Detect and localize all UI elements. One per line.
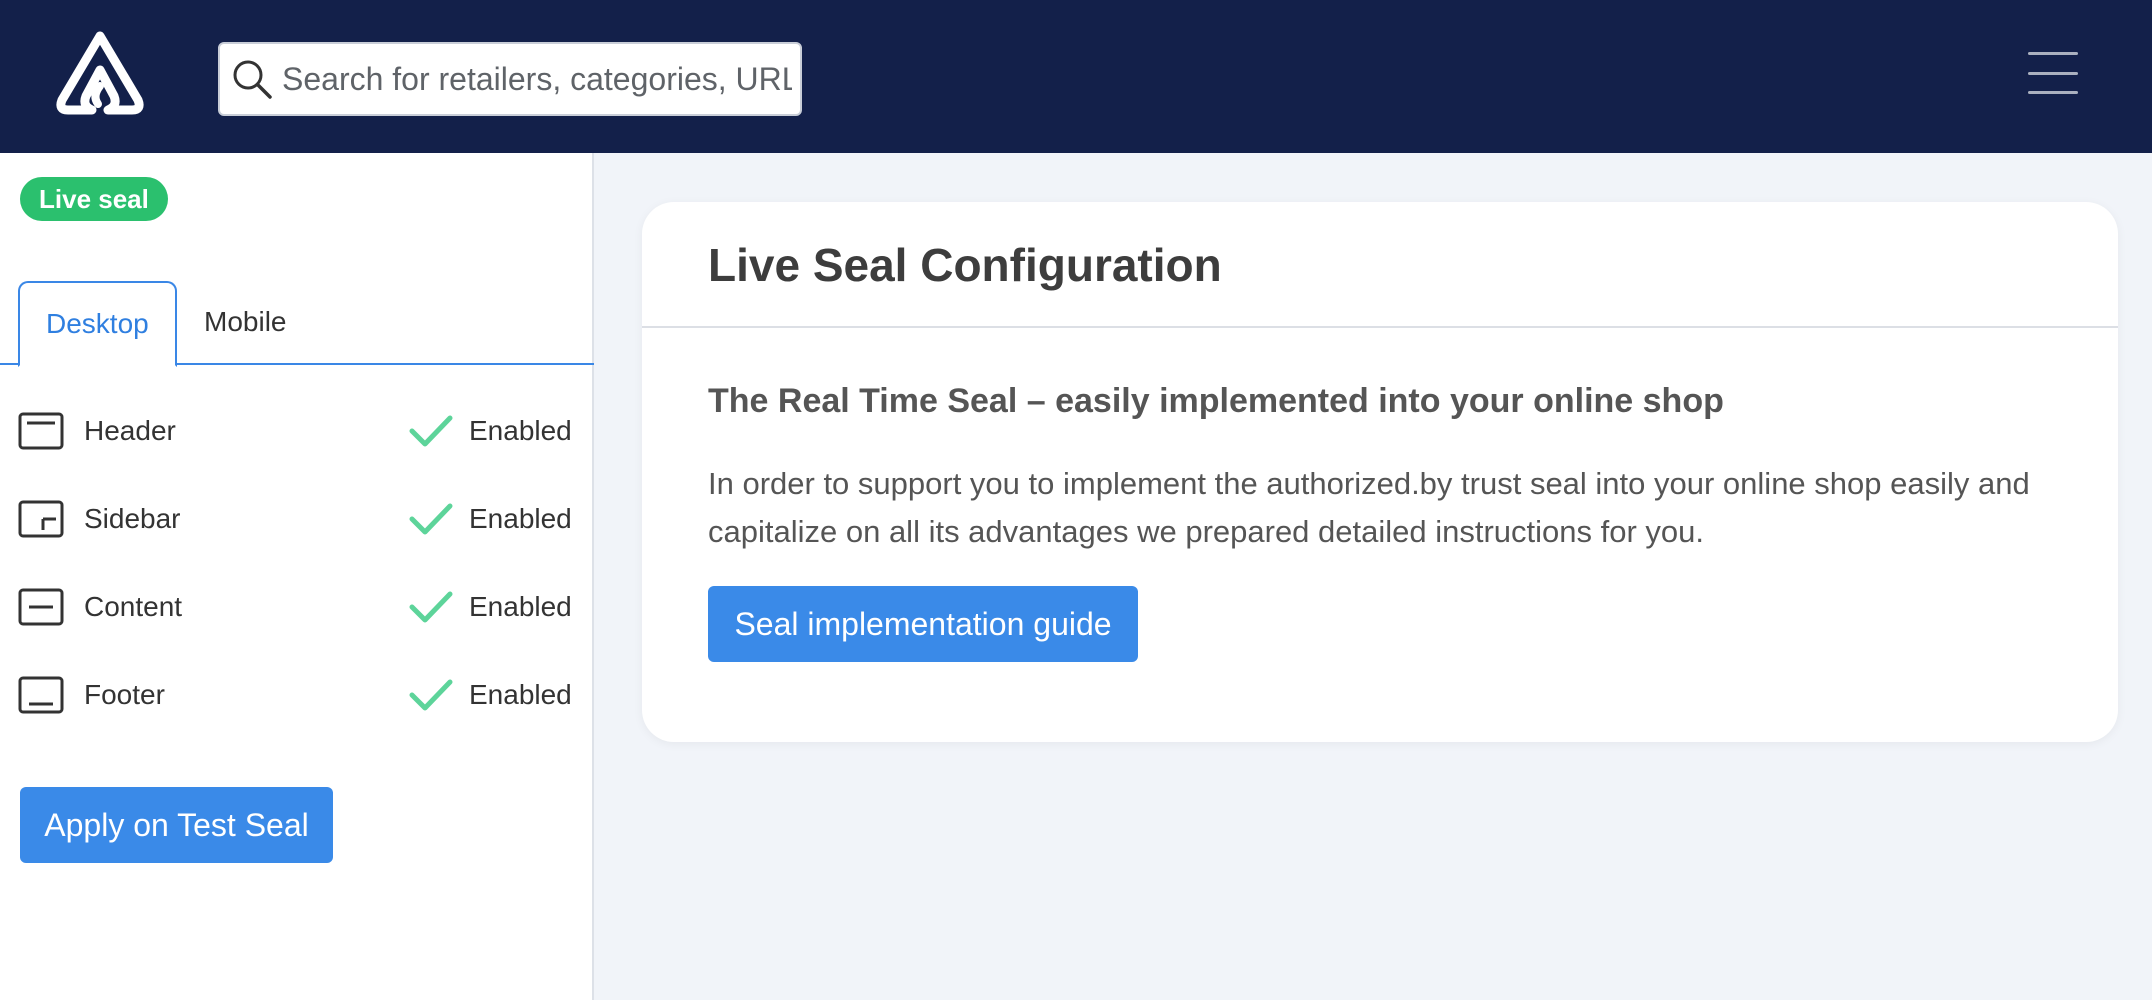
option-sidebar[interactable]: Sidebar Enabled [18,493,578,543]
search-icon [233,60,272,99]
option-label: Content [84,591,183,622]
layout-sidebar-icon [18,500,64,538]
check-icon [409,415,453,447]
check-icon [409,503,453,535]
option-content[interactable]: Content Enabled [18,581,578,631]
check-icon [409,679,453,711]
layout-footer-icon [18,676,64,714]
option-header[interactable]: Header Enabled [18,405,578,455]
live-seal-badge: Live seal [20,177,168,221]
hamburger-menu-icon[interactable] [2028,52,2078,94]
layout-header-icon [18,412,64,450]
search-input[interactable] [282,49,792,109]
menu-line [2028,52,2078,55]
card-title: Live Seal Configuration [708,239,1222,291]
layout-content-icon [18,588,64,626]
authorized-by-logo-icon[interactable] [52,30,148,118]
option-status: Enabled [469,591,572,622]
device-tabs: Desktop Mobile [0,281,594,367]
menu-line [2028,71,2078,75]
option-status: Enabled [469,415,572,446]
card-subtitle: The Real Time Seal – easily implemented … [708,382,1724,420]
seal-settings-panel: Live seal Desktop Mobile Header Enabled … [0,153,594,1000]
option-status: Enabled [469,679,572,710]
card-description: In order to support you to implement the… [708,466,2030,549]
option-label: Sidebar [84,503,181,534]
tab-mobile[interactable]: Mobile [178,281,312,365]
seal-implementation-guide-button[interactable]: Seal implementation guide [708,586,1138,662]
top-navigation-bar [0,0,2152,153]
live-seal-configuration-card: Live Seal Configuration The Real Time Se… [642,202,2118,742]
check-icon [409,591,453,623]
option-footer[interactable]: Footer Enabled [18,669,578,719]
apply-on-test-seal-button[interactable]: Apply on Test Seal [20,787,333,863]
option-label: Footer [84,679,165,710]
option-status: Enabled [469,503,572,534]
divider [642,326,2118,328]
search-box[interactable] [218,42,802,116]
menu-line [2028,91,2078,94]
option-label: Header [84,415,176,446]
tab-desktop[interactable]: Desktop [18,281,177,367]
